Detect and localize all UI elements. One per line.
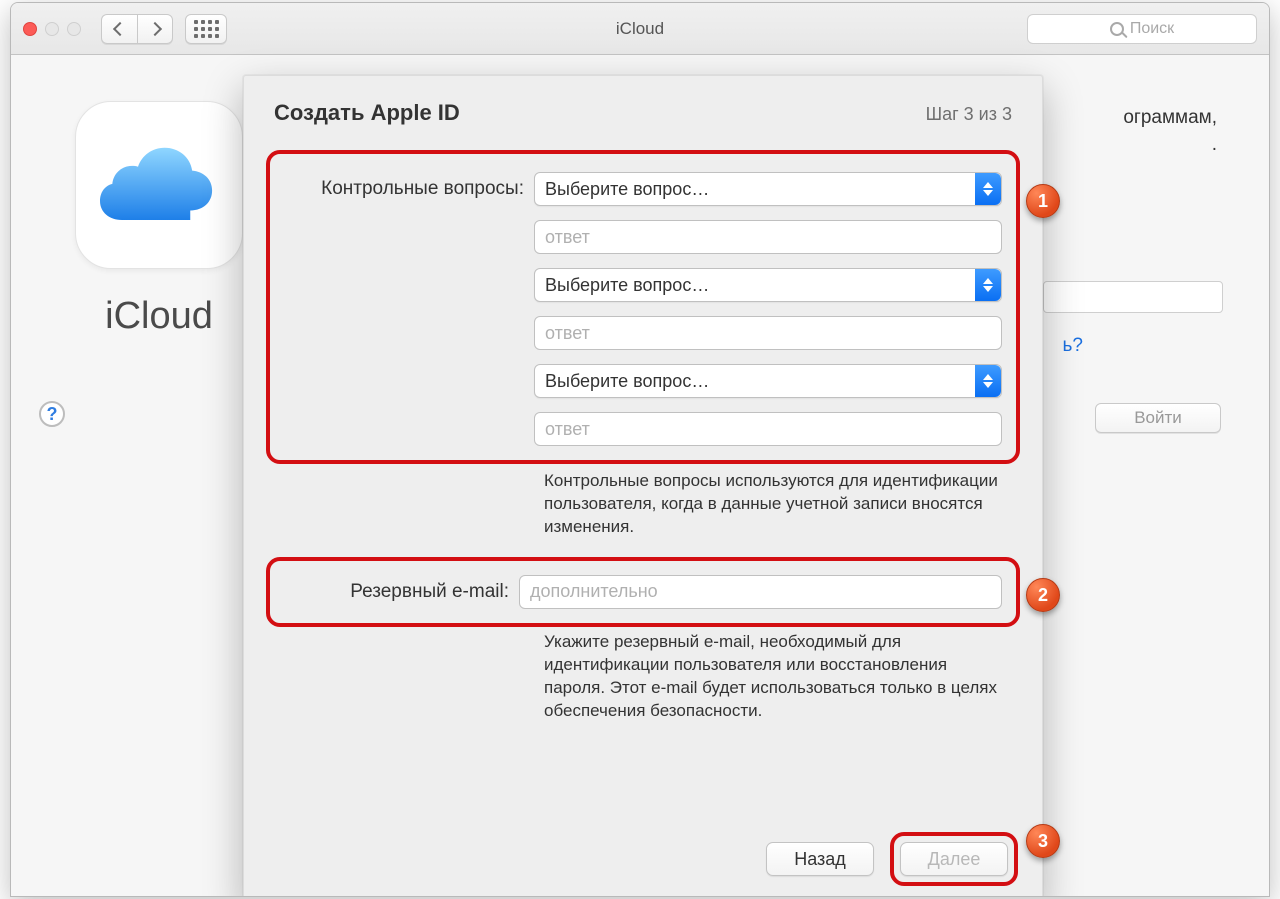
answer-input-2[interactable]: ответ (534, 316, 1002, 350)
select-text: Выберите вопрос… (545, 371, 709, 392)
minimize-icon (45, 22, 59, 36)
background-text: ограммам, . (1123, 105, 1217, 158)
back-button-sheet[interactable]: Назад (766, 842, 874, 876)
search-placeholder: Поиск (1130, 20, 1174, 38)
rescue-email-input[interactable]: дополнительно (519, 575, 1002, 609)
grid-icon (194, 20, 219, 38)
icloud-sidebar: iCloud (69, 101, 249, 338)
questions-hint: Контрольные вопросы используются для иде… (544, 470, 1002, 539)
zoom-icon (67, 22, 81, 36)
stepper-arrows-icon (975, 269, 1001, 301)
select-text: Выберите вопрос… (545, 275, 709, 296)
answer-input-3[interactable]: ответ (534, 412, 1002, 446)
cloud-icon (99, 140, 219, 230)
show-all-button[interactable] (185, 14, 227, 44)
question-select-3[interactable]: Выберите вопрос… (534, 364, 1002, 398)
sheet-header: Создать Apple ID Шаг 3 из 3 (244, 76, 1042, 136)
titlebar: iCloud Поиск (11, 3, 1269, 55)
prefs-window: iCloud Поиск iCloud (10, 2, 1270, 897)
step-indicator: Шаг 3 из 3 (926, 104, 1012, 126)
callout-3: 3 (1026, 824, 1060, 858)
stepper-arrows-icon (975, 365, 1001, 397)
questions-label: Контрольные вопросы: (284, 178, 534, 200)
help-button[interactable]: ? (39, 401, 65, 427)
nav-buttons (101, 14, 173, 44)
chevron-left-icon (112, 21, 126, 35)
highlight-box-2: Резервный e-mail: дополнительно (266, 557, 1020, 627)
highlight-box-3: Далее (890, 832, 1018, 886)
question-select-1[interactable]: Выберите вопрос… (534, 172, 1002, 206)
question-select-2[interactable]: Выберите вопрос… (534, 268, 1002, 302)
sheet-title: Создать Apple ID (274, 100, 460, 126)
highlight-box-1: Контрольные вопросы: Выберите вопрос… от… (266, 150, 1020, 464)
sheet-buttons: Назад Далее (766, 832, 1018, 886)
login-button[interactable]: Войти (1095, 403, 1221, 433)
bg-line1: ограммам, (1123, 107, 1217, 128)
forgot-link[interactable]: ь? (1063, 335, 1083, 357)
rescue-email-label: Резервный e-mail: (284, 581, 519, 603)
icloud-icon-tile (75, 101, 243, 269)
forward-button[interactable] (137, 14, 173, 44)
search-input[interactable]: Поиск (1027, 14, 1257, 44)
create-appleid-sheet: Создать Apple ID Шаг 3 из 3 Контрольные … (243, 75, 1043, 897)
bg-line2: . (1212, 134, 1217, 155)
rescue-hint: Укажите резервный e-mail, необходимый дл… (544, 631, 1002, 723)
search-icon (1110, 22, 1124, 36)
close-icon[interactable] (23, 22, 37, 36)
background-field[interactable] (1043, 281, 1223, 313)
stepper-arrows-icon (975, 173, 1001, 205)
answer-input-1[interactable]: ответ (534, 220, 1002, 254)
callout-1: 1 (1026, 184, 1060, 218)
window-body: iCloud ? ограммам, . ь? Войти Создать Ap… (11, 55, 1269, 896)
back-button[interactable] (101, 14, 137, 44)
next-button[interactable]: Далее (900, 842, 1008, 876)
window-controls (23, 22, 81, 36)
callout-2: 2 (1026, 578, 1060, 612)
chevron-right-icon (148, 21, 162, 35)
select-text: Выберите вопрос… (545, 179, 709, 200)
icloud-label: iCloud (69, 295, 249, 338)
